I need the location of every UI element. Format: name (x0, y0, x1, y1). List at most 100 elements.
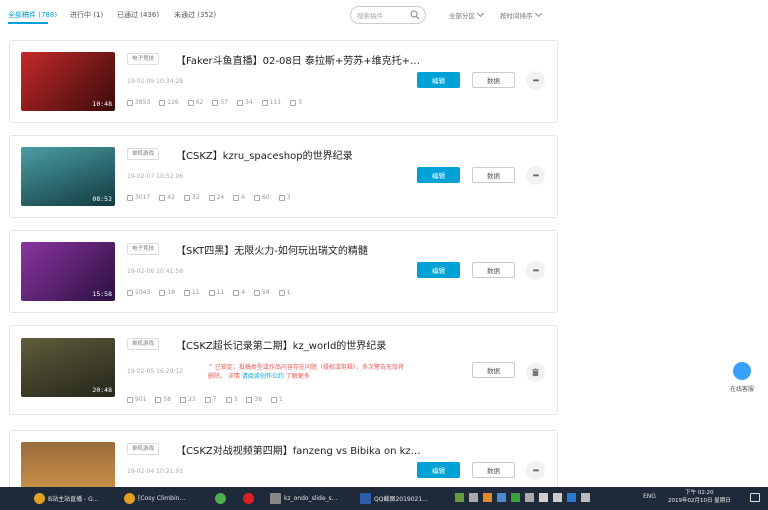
tray-icon[interactable] (455, 493, 464, 502)
photoshop-icon (360, 493, 371, 504)
chat-bubble-icon (733, 362, 751, 380)
data-button[interactable]: 数据 (472, 72, 515, 88)
tray-icon[interactable] (469, 493, 478, 502)
search-box (350, 6, 426, 24)
taskbar-item[interactable]: QQ截图2019021… (360, 490, 428, 507)
video-stats: 901 58 23 7 3 38 1 (127, 396, 283, 403)
tray-icon[interactable] (483, 493, 492, 502)
video-title[interactable]: 【CSKZ对战视频第四期】fanzeng vs Bibika on kz… (176, 442, 421, 457)
video-stats: 2043 18 11 11 4 58 1 (127, 289, 291, 296)
stat-coin: 11 (208, 289, 224, 296)
lock-warning: ^ 已锁定，投稿类型或作品内容存在问题（侵权或剪辑），多次警告无效将 删除。 详… (208, 363, 438, 381)
stat-danmaku: 18 (159, 289, 175, 296)
stat-coin: 24 (208, 194, 224, 201)
video-title[interactable]: 【CSKZ超长记录第二期】kz_world的世界纪录 (176, 337, 386, 352)
video-card: 20:48 单机游戏 【CSKZ超长记录第二期】kz_world的世界纪录 19… (9, 325, 558, 415)
edit-button[interactable]: 编辑 (417, 462, 460, 478)
play-icon (127, 194, 133, 201)
video-date: 19-02-07 10:52:06 (127, 173, 184, 180)
game-icon (270, 493, 281, 504)
search-input[interactable] (357, 10, 409, 21)
more-options-button[interactable]: ••• (526, 166, 545, 185)
video-card: 10:48 电子竞技 【Faker斗鱼直播】02-08日 泰拉斯+劳苏+维克托+… (9, 40, 558, 123)
edit-button[interactable]: 编辑 (417, 72, 460, 88)
share-icon (271, 396, 278, 403)
trash-icon (531, 368, 540, 377)
stat-danmaku: 42 (159, 194, 175, 201)
taskbar-item[interactable]: [Cosy Climbin… (124, 490, 185, 507)
tab-rejected[interactable]: 未通过 (352) (174, 10, 216, 20)
online-service-label: 在线客服 (729, 386, 754, 393)
partition-dropdown-label: 全部分区 (449, 12, 475, 20)
taskbar-item[interactable]: kz_ondo_slide_s… (270, 490, 338, 507)
video-title[interactable]: 【SKT四黑】无限火力-如何玩出瑞文的精髓 (176, 242, 368, 257)
danmaku-icon (159, 99, 166, 106)
stat-danmaku: 126 (159, 99, 179, 106)
edit-button[interactable]: 编辑 (417, 167, 460, 183)
system-tray-icons[interactable] (455, 493, 590, 502)
edit-button[interactable]: 编辑 (417, 262, 460, 278)
video-stats: 3017 42 32 24 6 60 3 (127, 194, 291, 201)
online-service[interactable]: 在线客服 (722, 362, 762, 398)
tab-in-progress[interactable]: 进行中 (1) (70, 10, 103, 20)
filter-bar: 全部稿件 (788) 进行中 (1) 已通过 (436) 未通过 (352) 全… (0, 0, 768, 32)
taskbar-item[interactable] (243, 490, 254, 507)
video-stats: 3853 126 62 57 34 111 3 (127, 99, 302, 106)
tray-icon[interactable] (525, 493, 534, 502)
like-icon (246, 396, 253, 403)
like-icon (254, 194, 261, 201)
tray-icon[interactable] (581, 493, 590, 502)
video-thumbnail[interactable]: 08:52 (21, 147, 115, 206)
partition-dropdown[interactable]: 全部分区 (449, 9, 485, 20)
stat-play: 2043 (127, 289, 150, 296)
stat-like: 58 (254, 289, 270, 296)
tray-icon[interactable] (511, 493, 520, 502)
tray-icon[interactable] (553, 493, 562, 502)
search-icon[interactable] (410, 10, 420, 20)
share-icon (278, 194, 285, 201)
video-title[interactable]: 【Faker斗鱼直播】02-08日 泰拉斯+劳苏+维克托+… (176, 52, 420, 67)
tray-icon[interactable] (567, 493, 576, 502)
play-icon (127, 99, 133, 106)
stat-play: 901 (127, 396, 146, 403)
warning-text: ^ 已锁定，投稿类型或作品内容存在问题（侵权或剪辑），多次警告无效将 (208, 364, 404, 371)
stat-like: 60 (254, 194, 270, 201)
creator-agreement-link[interactable]: 请阅读创作公约 (242, 373, 284, 380)
notification-icon[interactable] (750, 493, 760, 502)
video-title[interactable]: 【CSKZ】kzru_spaceshop的世界纪录 (176, 147, 353, 162)
sort-dropdown[interactable]: 按时间排序 (500, 9, 542, 20)
data-button[interactable]: 数据 (472, 262, 515, 278)
category-tag: 单机游戏 (127, 338, 160, 350)
video-thumbnail[interactable]: 10:48 (21, 52, 115, 111)
chevron-down-icon (534, 9, 542, 18)
video-thumbnail[interactable]: 20:48 (21, 338, 115, 397)
stat-reply: 11 (183, 289, 200, 296)
data-button[interactable]: 数据 (472, 362, 515, 378)
more-options-button[interactable]: ••• (526, 461, 545, 480)
tab-all[interactable]: 全部稿件 (788) (8, 10, 57, 20)
more-options-button[interactable]: ••• (526, 261, 545, 280)
video-thumbnail[interactable]: 15:58 (21, 242, 115, 301)
tray-icon[interactable] (539, 493, 548, 502)
reply-icon (183, 194, 190, 201)
stat-reply: 62 (187, 99, 203, 106)
chrome-icon (124, 493, 135, 504)
taskbar-item[interactable] (215, 490, 226, 507)
stat-danmaku: 58 (155, 396, 171, 403)
stat-share: 3 (290, 99, 302, 106)
clock[interactable]: 下午 02:20 2019年02月10日 星期日 (668, 489, 731, 505)
video-date: 19-02-06 10:41:58 (127, 268, 184, 275)
coin-icon (204, 396, 211, 403)
tray-icon[interactable] (497, 493, 506, 502)
video-date: 19-02-04 10:21:03 (127, 468, 184, 475)
delete-button[interactable] (526, 363, 545, 382)
input-language[interactable]: ENG (643, 493, 656, 500)
tab-approved[interactable]: 已通过 (436) (117, 10, 159, 20)
data-button[interactable]: 数据 (472, 462, 515, 478)
taskbar-item[interactable]: B站主站直播 - G… (34, 490, 99, 507)
favorite-icon (225, 396, 232, 403)
stat-fav: 34 (237, 99, 253, 106)
sort-dropdown-label: 按时间排序 (500, 12, 533, 20)
more-options-button[interactable]: ••• (526, 71, 545, 90)
data-button[interactable]: 数据 (472, 167, 515, 183)
